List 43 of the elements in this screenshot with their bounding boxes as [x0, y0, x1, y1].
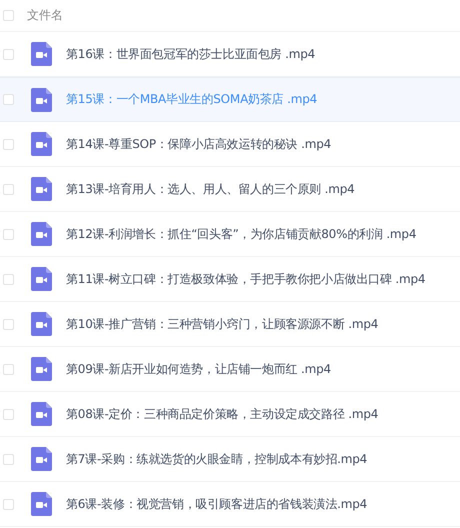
- file-name[interactable]: 第14课-尊重SOP：保障小店高效运转的秘诀 .mp4: [66, 136, 332, 152]
- file-name[interactable]: 第16课：世界面包冠军的莎士比亚面包房 .mp4: [66, 46, 316, 62]
- checkbox[interactable]: [3, 318, 14, 330]
- file-name[interactable]: 第09课-新店开业如何造势，让店铺一炮而红 .mp4: [66, 360, 331, 378]
- checkbox[interactable]: [3, 94, 14, 105]
- checkbox[interactable]: [3, 498, 14, 510]
- checkbox[interactable]: [3, 408, 14, 420]
- video-file-icon: [31, 177, 52, 201]
- video-file-icon: [31, 222, 52, 246]
- video-file-icon: [31, 132, 52, 156]
- checkbox[interactable]: [3, 228, 14, 240]
- column-header[interactable]: 文件名: [27, 7, 63, 24]
- file-name[interactable]: 第6课-装修：视觉营销，吸引顾客进店的省钱装潢法.mp4: [66, 496, 368, 512]
- file-row[interactable]: 第09课-新店开业如何造势，让店铺一炮而红 .mp4: [0, 347, 460, 392]
- checkbox[interactable]: [3, 138, 14, 150]
- file-name[interactable]: 第12课-利润增长：抓住“回头客”，为你店铺贡献80%的利润 .mp4: [66, 226, 416, 242]
- file-row[interactable]: 第14课-尊重SOP：保障小店高效运转的秘诀 .mp4: [0, 122, 460, 167]
- video-file-icon: [31, 357, 52, 381]
- file-name[interactable]: 第7课-采购：练就选货的火眼金睛，控制成本有妙招.mp4: [66, 450, 368, 468]
- file-name[interactable]: 第10课-推广营销：三种营销小窍门，让顾客源源不断 .mp4: [66, 316, 378, 332]
- file-row[interactable]: 第13课-培育用人：选人、用人、留人的三个原则 .mp4: [0, 167, 460, 212]
- file-name[interactable]: 第11课-树立口碑：打造极致体验，手把手教你把小店做出口碑 .mp4: [66, 270, 426, 288]
- file-row[interactable]: 第11课-树立口碑：打造极致体验，手把手教你把小店做出口碑 .mp4: [0, 257, 460, 302]
- checkbox[interactable]: [3, 364, 14, 374]
- file-row[interactable]: 第6课-装修：视觉营销，吸引顾客进店的省钱装潢法.mp4: [0, 482, 460, 527]
- video-file-icon: [31, 42, 52, 66]
- file-row[interactable]: 第12课-利润增长：抓住“回头客”，为你店铺贡献80%的利润 .mp4: [0, 212, 460, 257]
- video-file-icon: [31, 492, 52, 516]
- file-row[interactable]: 第10课-推广营销：三种营销小窍门，让顾客源源不断 .mp4: [0, 302, 460, 347]
- file-name[interactable]: 第13课-培育用人：选人、用人、留人的三个原则 .mp4: [66, 180, 355, 198]
- file-row[interactable]: 第7课-采购：练就选货的火眼金睛，控制成本有妙招.mp4: [0, 437, 460, 482]
- video-file-icon: [31, 402, 52, 426]
- video-file-icon: [31, 447, 52, 471]
- checkbox[interactable]: [3, 274, 14, 284]
- video-file-icon: [31, 267, 52, 291]
- checkbox[interactable]: [3, 48, 14, 60]
- video-file-icon: [31, 88, 52, 112]
- video-file-icon: [31, 312, 52, 336]
- checkbox[interactable]: [3, 10, 14, 21]
- checkbox[interactable]: [3, 454, 14, 464]
- file-row[interactable]: 第08课-定价：三种商品定价策略，主动设定成交路径 .mp4: [0, 392, 460, 437]
- checkbox[interactable]: [3, 184, 14, 194]
- file-name[interactable]: 第08课-定价：三种商品定价策略，主动设定成交路径 .mp4: [66, 406, 378, 422]
